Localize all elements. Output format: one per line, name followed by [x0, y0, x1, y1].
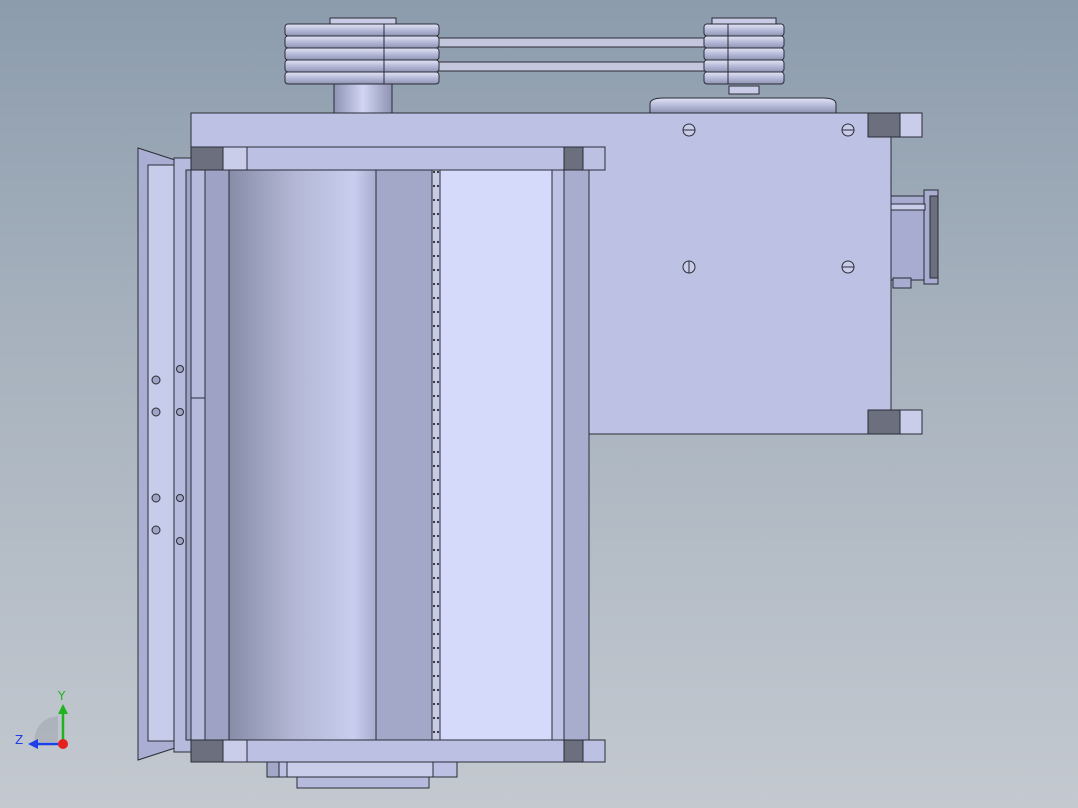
bolt-icon: [176, 494, 184, 502]
side-connector: [890, 189, 939, 289]
bolt-icon: [151, 407, 161, 417]
bottom-flange: [266, 761, 458, 789]
perforated-strip: [431, 169, 441, 741]
orientation-triad: Y Z: [15, 689, 68, 749]
driven-pulley: [703, 17, 785, 85]
y-axis-label: Y: [57, 689, 66, 703]
bolt-icon: [176, 408, 184, 416]
bolt-icon: [151, 525, 161, 535]
frame-bar-bottom: [190, 739, 606, 763]
rotating-drum: [228, 169, 377, 741]
cad-viewport[interactable]: Y Z: [0, 0, 1078, 808]
bolt-icon: [151, 375, 161, 385]
belt-drive: [284, 17, 837, 115]
screen-panel: [439, 169, 553, 741]
inlet-flange: [137, 147, 195, 761]
z-axis-label: Z: [15, 733, 23, 747]
drive-pulley: [284, 17, 440, 85]
bolt-icon: [176, 365, 184, 373]
frame-bar-top: [190, 146, 606, 171]
bolt-icon: [151, 493, 161, 503]
motor-cap: [649, 85, 837, 114]
bolt-icon: [176, 537, 184, 545]
drive-shaft: [333, 83, 393, 115]
drum-screen-assembly: [137, 146, 606, 789]
x-axis-point: [58, 739, 68, 749]
